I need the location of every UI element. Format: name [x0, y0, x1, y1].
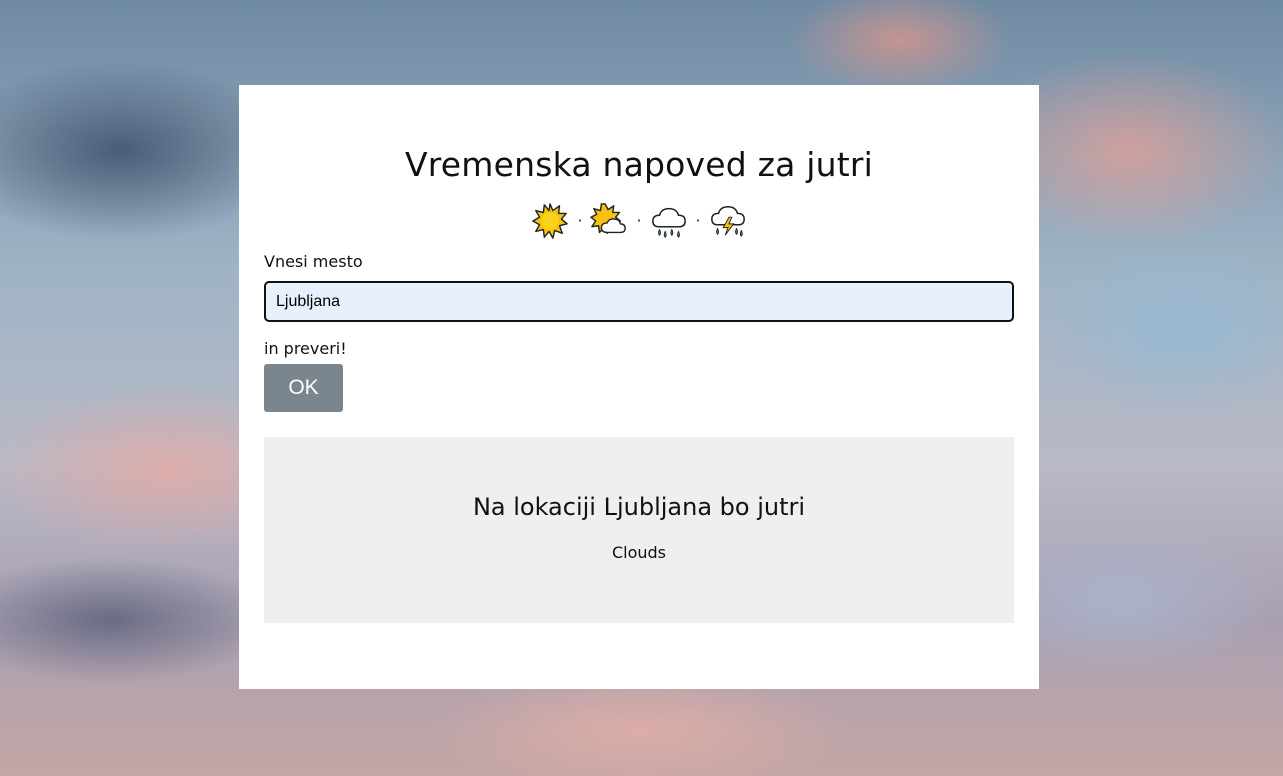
rain-cloud-icon	[651, 207, 686, 238]
thunder-rain-cloud-icon	[710, 205, 745, 237]
result-panel: Na lokaciji Ljubljana bo jutri Clouds	[264, 437, 1014, 623]
ok-button[interactable]: OK	[264, 364, 343, 412]
forecast-card: Vremenska napoved za jutri · · · Vnesi m…	[239, 85, 1039, 689]
city-input[interactable]	[264, 281, 1014, 322]
separator-dot: ·	[577, 211, 583, 230]
result-condition: Clouds	[611, 543, 667, 562]
sun-icon	[532, 203, 569, 239]
sun-behind-cloud-icon	[590, 203, 627, 235]
separator-dot: ·	[636, 211, 642, 230]
check-label: in preveri!	[264, 339, 347, 358]
weather-icons-row: · · ·	[264, 201, 1014, 241]
result-heading: Na lokaciji Ljubljana bo jutri	[472, 493, 806, 521]
page-title: Vremenska napoved za jutri	[404, 145, 874, 184]
city-label: Vnesi mesto	[264, 252, 363, 271]
separator-dot: ·	[695, 211, 701, 230]
